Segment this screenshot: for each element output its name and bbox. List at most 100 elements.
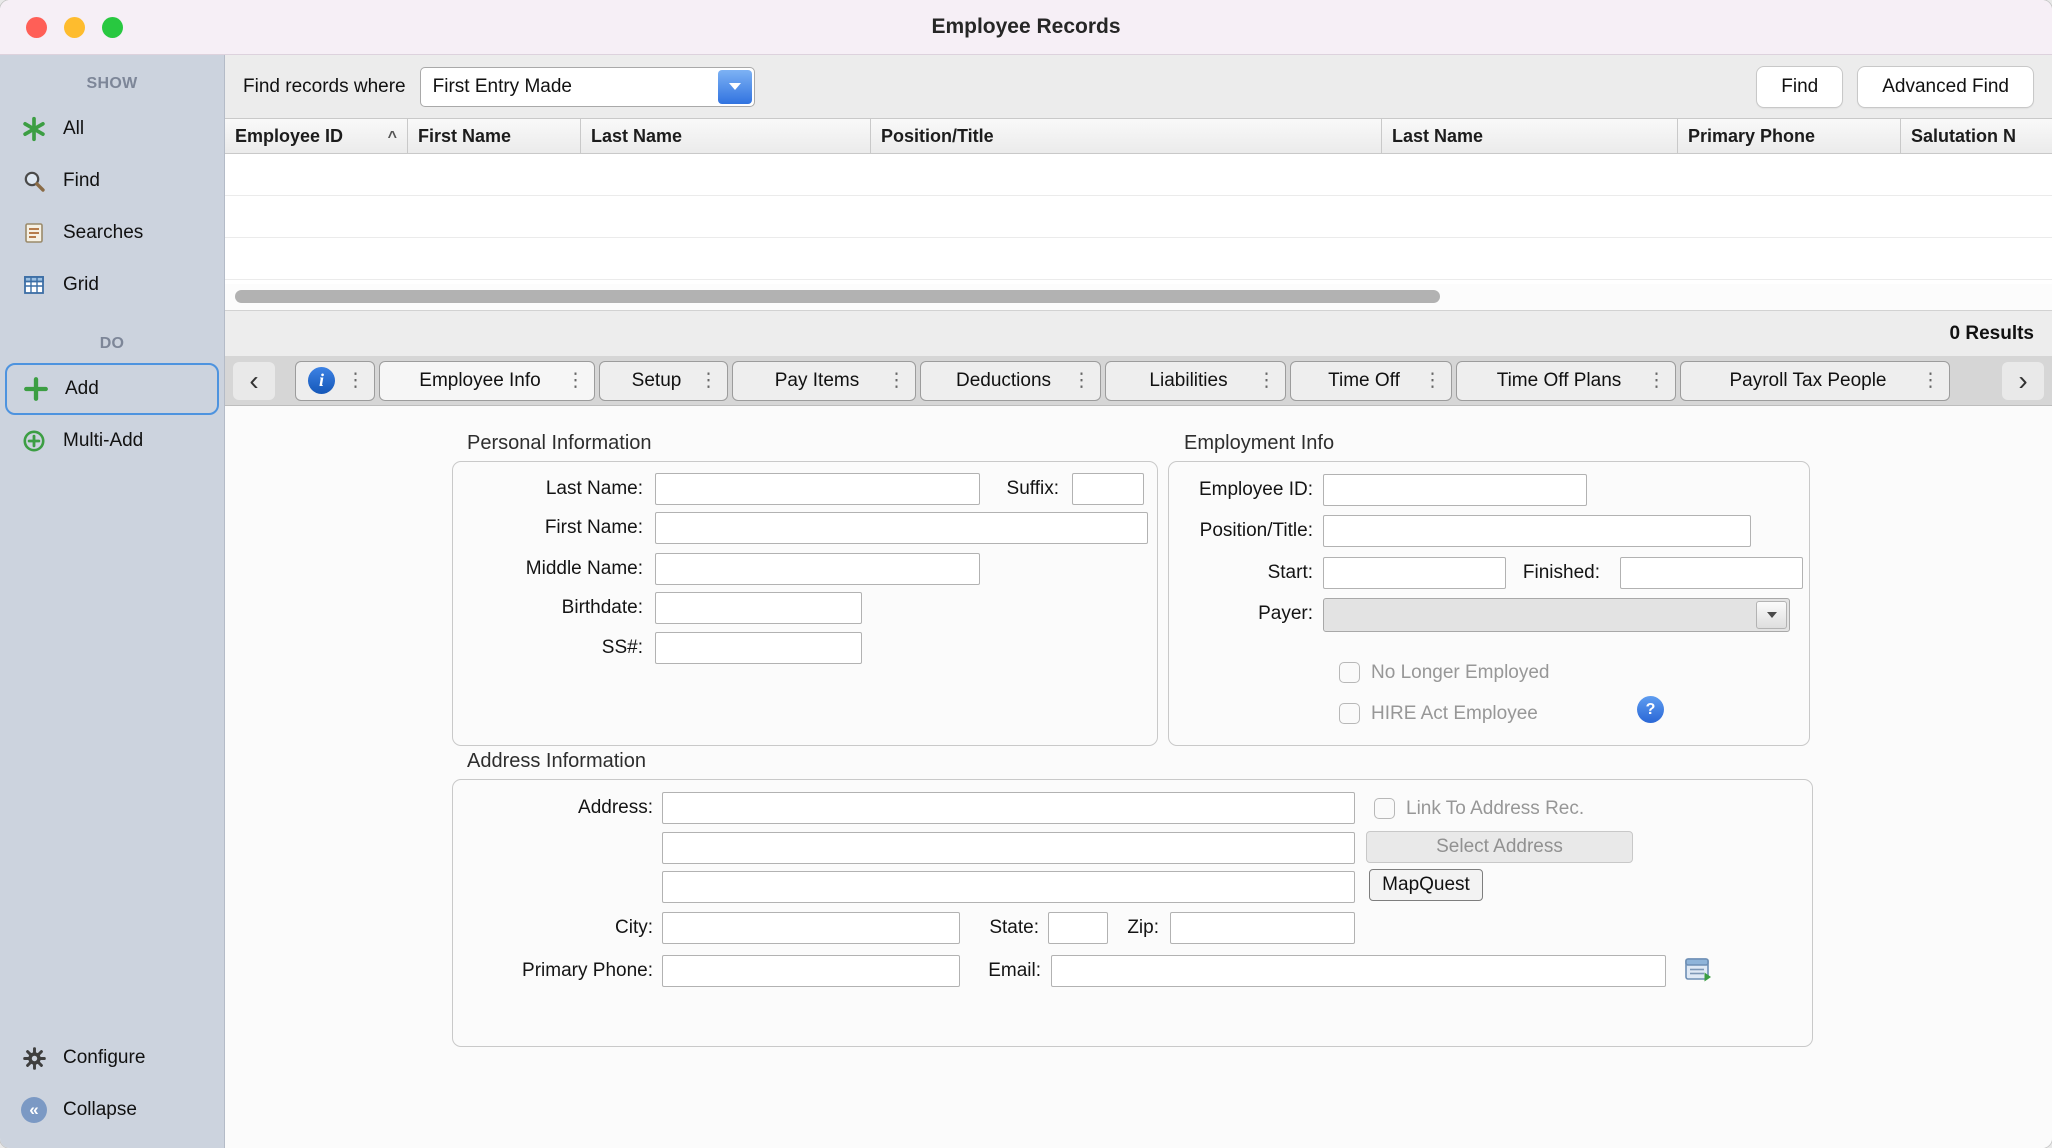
first-name-input[interactable] — [655, 512, 1148, 544]
tab-payroll-tax-people[interactable]: Payroll Tax People ⋮ — [1680, 361, 1950, 401]
last-name-input[interactable] — [655, 473, 980, 505]
sidebar-item-configure[interactable]: Configure — [0, 1032, 224, 1084]
ssn-label: SS#: — [453, 632, 643, 664]
tab-menu-icon[interactable]: ⋮ — [1647, 369, 1666, 392]
sidebar-item-label: Add — [65, 378, 99, 400]
results-bar: 0 Results — [225, 310, 2052, 356]
grid-icon — [20, 271, 48, 299]
sidebar-item-grid[interactable]: Grid — [0, 259, 224, 311]
tab-menu-icon[interactable]: ⋮ — [1072, 369, 1091, 392]
employee-id-input[interactable] — [1323, 474, 1587, 506]
employee-id-label: Employee ID: — [1169, 474, 1313, 506]
column-header-first-name[interactable]: First Name — [408, 119, 581, 153]
tab-info[interactable]: i ⋮ — [295, 361, 375, 401]
column-header-last-name[interactable]: Last Name — [581, 119, 871, 153]
tab-liabilities[interactable]: Liabilities ⋮ — [1105, 361, 1286, 401]
find-bar: Find records where First Entry Made Find… — [225, 55, 2052, 118]
column-header-employee-id[interactable]: Employee ID ^ — [225, 119, 408, 153]
email-input[interactable] — [1051, 955, 1666, 987]
suffix-label: Suffix: — [949, 473, 1059, 505]
column-header-primary-phone[interactable]: Primary Phone — [1678, 119, 1901, 153]
combo-arrow-button[interactable] — [1756, 601, 1787, 629]
zoom-window-button[interactable] — [102, 17, 123, 38]
sidebar-item-searches[interactable]: Searches — [0, 207, 224, 259]
hire-act-employee-label: HIRE Act Employee — [1371, 703, 1538, 724]
city-label: City: — [453, 912, 653, 944]
ssn-input[interactable] — [655, 632, 862, 664]
find-field-dropdown-value: First Entry Made — [433, 76, 572, 98]
email-icon[interactable] — [1685, 957, 1712, 988]
employee-records-window: Employee Records SHOW All Find — [0, 0, 2052, 1148]
state-input[interactable] — [1048, 912, 1108, 944]
gear-icon — [20, 1044, 48, 1072]
tab-menu-icon[interactable]: ⋮ — [566, 369, 585, 392]
column-header-last-name-2[interactable]: Last Name — [1382, 119, 1678, 153]
link-to-address-checkbox[interactable] — [1374, 798, 1395, 819]
tab-menu-icon[interactable]: ⋮ — [1423, 369, 1442, 392]
address-information-group: Address: Link To Address Rec. Select Add… — [452, 779, 1813, 1047]
sidebar: SHOW All Find Searches — [0, 55, 225, 1148]
find-field-dropdown[interactable]: First Entry Made — [420, 67, 755, 107]
close-window-button[interactable] — [26, 17, 47, 38]
tabs-scroll-left-button[interactable]: ‹ — [233, 362, 275, 400]
zip-input[interactable] — [1170, 912, 1355, 944]
select-address-button[interactable]: Select Address — [1366, 831, 1633, 863]
finished-date-input[interactable] — [1620, 557, 1803, 589]
tab-time-off[interactable]: Time Off ⋮ — [1290, 361, 1452, 401]
advanced-find-button[interactable]: Advanced Find — [1857, 66, 2034, 108]
tab-menu-icon[interactable]: ⋮ — [346, 369, 365, 392]
finished-label: Finished: — [1469, 557, 1600, 589]
birthdate-input[interactable] — [655, 592, 862, 624]
no-longer-employed-checkbox[interactable] — [1339, 662, 1360, 683]
birthdate-label: Birthdate: — [453, 592, 643, 624]
position-title-input[interactable] — [1323, 515, 1751, 547]
city-input[interactable] — [662, 912, 960, 944]
tab-menu-icon[interactable]: ⋮ — [1921, 369, 1940, 392]
main-content: Find records where First Entry Made Find… — [225, 55, 2052, 1148]
tab-time-off-plans[interactable]: Time Off Plans ⋮ — [1456, 361, 1676, 401]
collapse-icon: « — [20, 1096, 48, 1124]
hire-act-employee-checkbox[interactable] — [1339, 703, 1360, 724]
tab-pay-items[interactable]: Pay Items ⋮ — [732, 361, 916, 401]
middle-name-input[interactable] — [655, 553, 980, 585]
titlebar: Employee Records — [0, 0, 2052, 55]
middle-name-label: Middle Name: — [453, 553, 643, 585]
scrollbar-thumb[interactable] — [235, 290, 1440, 303]
tab-menu-icon[interactable]: ⋮ — [1257, 369, 1276, 392]
payer-select[interactable] — [1323, 598, 1790, 632]
results-grid-body[interactable] — [225, 154, 2052, 284]
sidebar-item-all[interactable]: All — [0, 103, 224, 155]
minimize-window-button[interactable] — [64, 17, 85, 38]
tabs-scroll-right-button[interactable]: › — [2002, 362, 2044, 400]
personal-information-title: Personal Information — [467, 432, 652, 455]
dropdown-arrow-button[interactable] — [718, 70, 752, 104]
mapquest-button[interactable]: MapQuest — [1369, 869, 1483, 901]
sidebar-do-header: DO — [0, 325, 224, 363]
address-line1-input[interactable] — [662, 792, 1355, 824]
tab-deductions[interactable]: Deductions ⋮ — [920, 361, 1101, 401]
column-header-salutation[interactable]: Salutation N — [1901, 119, 2052, 153]
help-icon[interactable]: ? — [1637, 696, 1664, 723]
plus-icon — [22, 375, 50, 403]
employment-info-title: Employment Info — [1184, 432, 1334, 455]
tab-setup[interactable]: Setup ⋮ — [599, 361, 728, 401]
sidebar-item-multi-add[interactable]: Multi-Add — [0, 415, 224, 467]
address-line2-input[interactable] — [662, 832, 1355, 864]
primary-phone-input[interactable] — [662, 955, 960, 987]
horizontal-scrollbar[interactable] — [225, 284, 2052, 310]
find-button[interactable]: Find — [1756, 66, 1843, 108]
sidebar-item-collapse[interactable]: « Collapse — [0, 1084, 224, 1136]
sidebar-item-add[interactable]: Add — [5, 363, 219, 415]
column-header-position-title[interactable]: Position/Title — [871, 119, 1382, 153]
tab-menu-icon[interactable]: ⋮ — [699, 369, 718, 392]
sidebar-item-label: All — [63, 118, 84, 140]
tab-menu-icon[interactable]: ⋮ — [887, 369, 906, 392]
sidebar-item-find[interactable]: Find — [0, 155, 224, 207]
tab-employee-info[interactable]: Employee Info ⋮ — [379, 361, 595, 401]
sidebar-footer: Configure « Collapse — [0, 1032, 224, 1148]
address-line3-input[interactable] — [662, 871, 1355, 903]
suffix-input[interactable] — [1072, 473, 1144, 505]
no-longer-employed-label: No Longer Employed — [1371, 662, 1550, 683]
employee-info-form: Personal Information Last Name: Suffix: … — [225, 405, 2052, 1148]
position-title-label: Position/Title: — [1169, 515, 1313, 547]
